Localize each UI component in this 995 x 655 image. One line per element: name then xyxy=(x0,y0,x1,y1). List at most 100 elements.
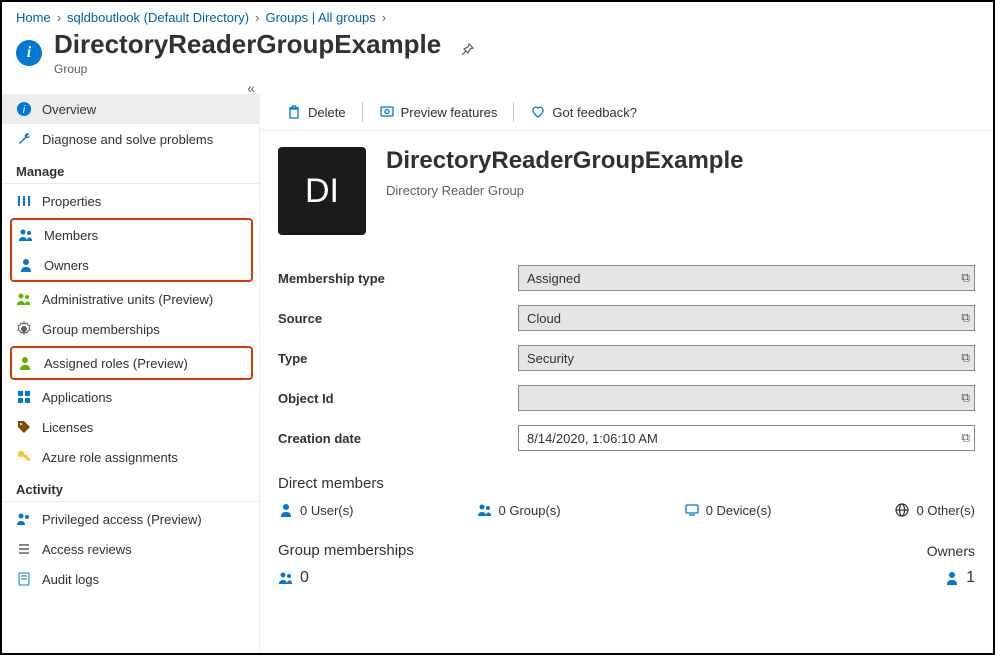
object-title: DirectoryReaderGroupExample xyxy=(386,147,743,175)
sidebar-item-label: Applications xyxy=(42,390,112,405)
sidebar-item-owners[interactable]: Owners xyxy=(12,250,251,280)
stat-label: 1 xyxy=(966,569,975,587)
stat-groups[interactable]: 0 Group(s) xyxy=(477,502,561,518)
sidebar-item-label: Administrative units (Preview) xyxy=(42,292,213,307)
people-icon xyxy=(477,502,493,518)
prop-label: Membership type xyxy=(278,271,518,286)
page-title: DirectoryReaderGroupExample xyxy=(54,29,441,60)
group-memberships-title: Group memberships xyxy=(278,542,414,559)
prop-label: Source xyxy=(278,311,518,326)
sidebar-item-assigned-roles[interactable]: Assigned roles (Preview) xyxy=(12,348,251,378)
stat-others[interactable]: 0 Other(s) xyxy=(894,502,975,518)
stat-group-memberships[interactable]: 0 xyxy=(278,569,414,587)
prop-membership-type: Membership type ⧉ xyxy=(278,265,975,291)
sidebar-item-label: Audit logs xyxy=(42,572,99,587)
prop-type: Type ⧉ xyxy=(278,345,975,371)
sidebar-item-diagnose[interactable]: Diagnose and solve problems xyxy=(2,124,259,154)
sidebar-item-azure-roles[interactable]: Azure role assignments xyxy=(2,442,259,472)
direct-members-title: Direct members xyxy=(278,475,975,492)
copy-icon[interactable]: ⧉ xyxy=(961,271,970,286)
people-icon xyxy=(18,227,34,243)
sidebar-item-access-reviews[interactable]: Access reviews xyxy=(2,534,259,564)
sidebar-item-applications[interactable]: Applications xyxy=(2,382,259,412)
wrench-icon xyxy=(16,131,32,147)
sidebar-item-label: Diagnose and solve problems xyxy=(42,132,213,147)
stat-label: 0 Other(s) xyxy=(916,503,975,518)
sidebar-item-members[interactable]: Members xyxy=(12,220,251,250)
person-icon xyxy=(944,570,960,586)
collapse-sidebar-button[interactable]: « xyxy=(247,80,255,96)
toolbar: Delete Preview features Got feedback? xyxy=(260,94,993,131)
breadcrumb: Home › sqldboutlook (Default Directory) … xyxy=(2,2,993,29)
chevron-right-icon: › xyxy=(57,10,61,25)
person-icon xyxy=(278,502,294,518)
globe-icon xyxy=(894,502,910,518)
sidebar-item-overview[interactable]: i Overview xyxy=(2,94,259,124)
sidebar-item-label: Members xyxy=(44,228,98,243)
sidebar-item-label: Owners xyxy=(44,258,89,273)
prop-object-id: Object Id ⧉ xyxy=(278,385,975,411)
toolbar-label: Delete xyxy=(308,105,346,120)
info-icon: i xyxy=(16,40,42,66)
preview-icon xyxy=(379,104,395,120)
separator xyxy=(362,102,363,122)
highlight-assigned-roles: Assigned roles (Preview) xyxy=(10,346,253,380)
sliders-icon xyxy=(16,193,32,209)
prop-label: Type xyxy=(278,351,518,366)
object-tile: DI xyxy=(278,147,366,235)
preview-features-button[interactable]: Preview features xyxy=(367,100,510,124)
prop-label: Object Id xyxy=(278,391,518,406)
stat-label: 0 User(s) xyxy=(300,503,353,518)
stat-label: 0 Device(s) xyxy=(706,503,772,518)
creation-date-field[interactable] xyxy=(518,425,975,451)
sidebar-section-activity: Activity xyxy=(2,472,259,502)
sidebar-item-admin-units[interactable]: Administrative units (Preview) xyxy=(2,284,259,314)
copy-icon[interactable]: ⧉ xyxy=(961,311,970,326)
gear-icon xyxy=(16,321,32,337)
sidebar-item-label: Access reviews xyxy=(42,542,132,557)
grid-icon xyxy=(16,389,32,405)
copy-icon[interactable]: ⧉ xyxy=(961,391,970,406)
info-icon: i xyxy=(16,101,32,117)
chevron-right-icon: › xyxy=(255,10,259,25)
sidebar-item-privileged-access[interactable]: Privileged access (Preview) xyxy=(2,504,259,534)
log-icon xyxy=(16,571,32,587)
copy-icon[interactable]: ⧉ xyxy=(961,351,970,366)
list-icon xyxy=(16,541,32,557)
stat-users[interactable]: 0 User(s) xyxy=(278,502,353,518)
sidebar-item-label: Licenses xyxy=(42,420,93,435)
feedback-button[interactable]: Got feedback? xyxy=(518,100,649,124)
person-check-icon xyxy=(18,355,34,371)
sidebar-item-label: Overview xyxy=(42,102,96,117)
crumb-directory[interactable]: sqldboutlook (Default Directory) xyxy=(67,10,249,25)
delete-button[interactable]: Delete xyxy=(274,100,358,124)
people-icon xyxy=(278,570,294,586)
trash-icon xyxy=(286,104,302,120)
pin-icon xyxy=(459,42,475,58)
people-icon xyxy=(16,291,32,307)
stat-label: 0 Group(s) xyxy=(499,503,561,518)
sidebar-item-label: Azure role assignments xyxy=(42,450,178,465)
pin-button[interactable] xyxy=(459,42,475,63)
stat-owners[interactable]: 1 xyxy=(927,569,975,587)
prop-source: Source ⧉ xyxy=(278,305,975,331)
prop-label: Creation date xyxy=(278,431,518,446)
stat-label: 0 xyxy=(300,569,309,587)
sidebar-item-licenses[interactable]: Licenses xyxy=(2,412,259,442)
crumb-groups[interactable]: Groups | All groups xyxy=(265,10,375,25)
copy-icon[interactable]: ⧉ xyxy=(961,431,970,446)
type-field[interactable] xyxy=(518,345,975,371)
sidebar-item-audit-logs[interactable]: Audit logs xyxy=(2,564,259,594)
source-field[interactable] xyxy=(518,305,975,331)
object-id-field[interactable] xyxy=(518,385,975,411)
sidebar: « i Overview Diagnose and solve problems… xyxy=(2,94,260,653)
crumb-home[interactable]: Home xyxy=(16,10,51,25)
membership-type-field[interactable] xyxy=(518,265,975,291)
person-icon xyxy=(18,257,34,273)
stat-devices[interactable]: 0 Device(s) xyxy=(684,502,772,518)
sidebar-item-properties[interactable]: Properties xyxy=(2,186,259,216)
main-content: Delete Preview features Got feedback? DI… xyxy=(260,94,993,653)
sidebar-item-label: Assigned roles (Preview) xyxy=(44,356,188,371)
chevron-right-icon: › xyxy=(382,10,386,25)
sidebar-item-group-memberships[interactable]: Group memberships xyxy=(2,314,259,344)
